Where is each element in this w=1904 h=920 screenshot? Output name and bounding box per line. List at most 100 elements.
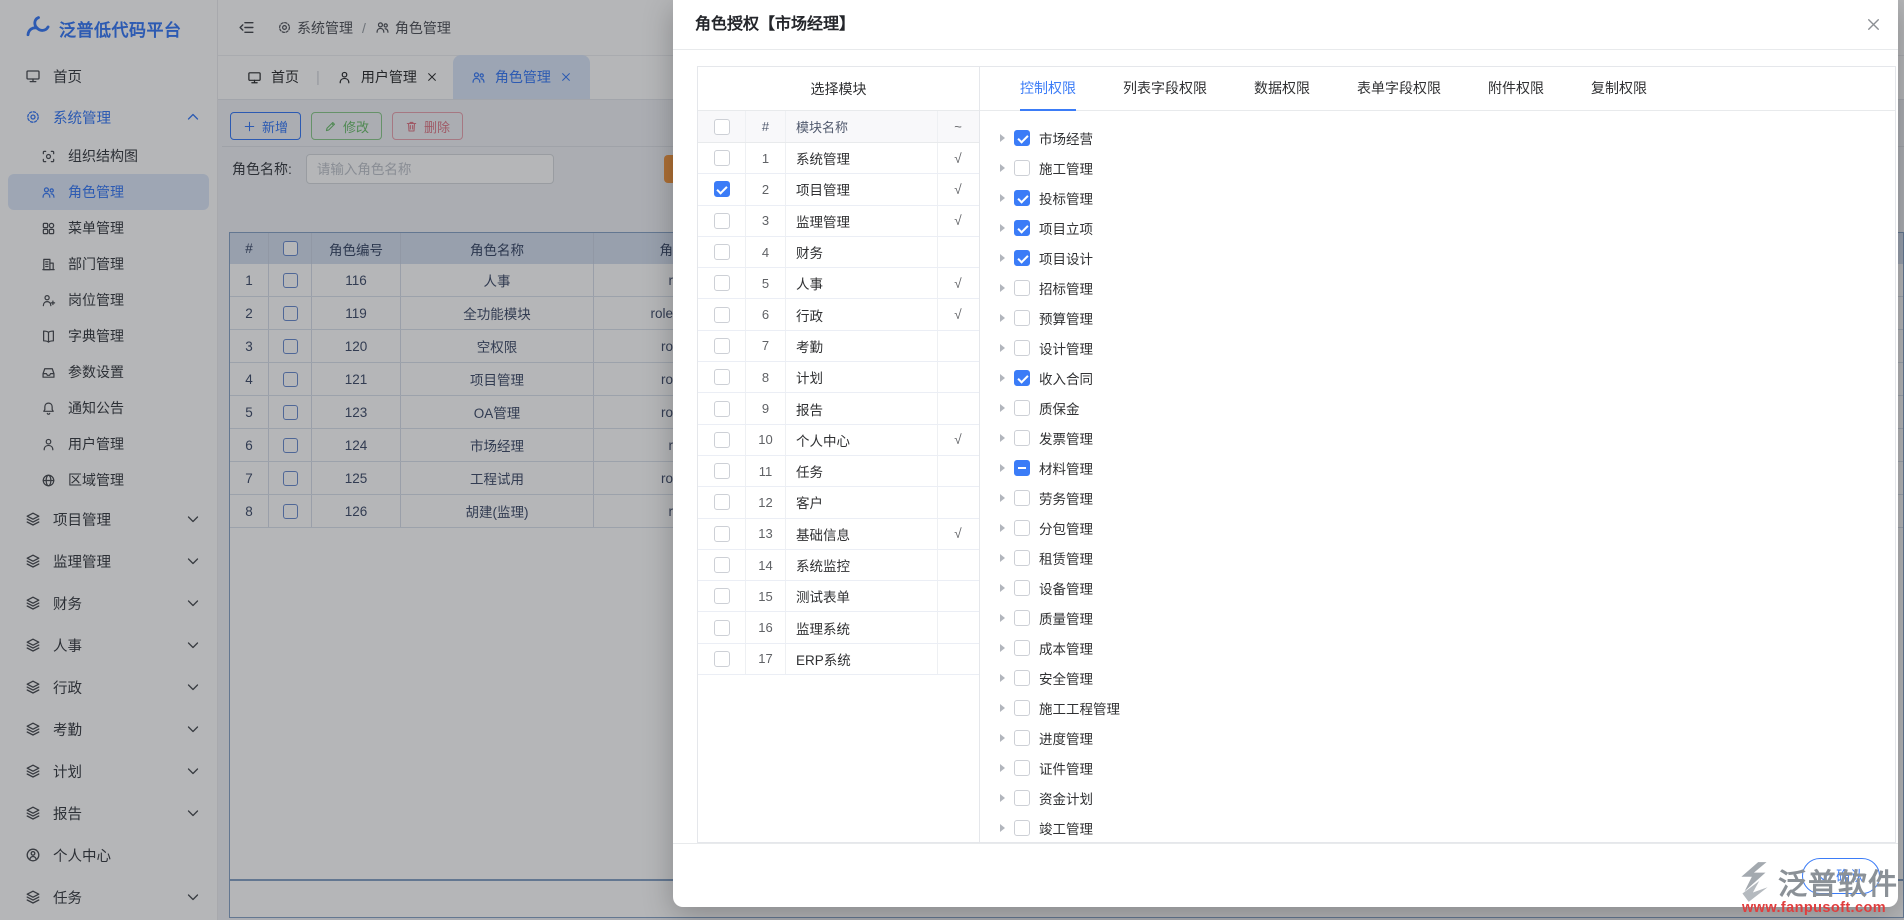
- tree-checkbox[interactable]: [1014, 250, 1030, 266]
- module-checkbox[interactable]: [714, 620, 730, 636]
- tree-checkbox[interactable]: [1014, 580, 1030, 596]
- tree-item[interactable]: 设备管理: [1000, 573, 1895, 603]
- expand-arrow-icon[interactable]: [1000, 344, 1005, 352]
- tree-checkbox[interactable]: [1014, 160, 1030, 176]
- tree-item[interactable]: 项目设计: [1000, 243, 1895, 273]
- expand-arrow-icon[interactable]: [1000, 524, 1005, 532]
- module-row[interactable]: 3 监理管理 √: [698, 206, 979, 237]
- module-row[interactable]: 2 项目管理 √: [698, 174, 979, 205]
- perm-tab[interactable]: 附件权限: [1488, 67, 1544, 111]
- perm-tab[interactable]: 列表字段权限: [1123, 67, 1207, 111]
- tree-item[interactable]: 材料管理: [1000, 453, 1895, 483]
- tree-item[interactable]: 成本管理: [1000, 633, 1895, 663]
- tree-item[interactable]: 质量管理: [1000, 603, 1895, 633]
- tree-checkbox[interactable]: [1014, 400, 1030, 416]
- tree-checkbox[interactable]: [1014, 340, 1030, 356]
- module-row[interactable]: 5 人事 √: [698, 268, 979, 299]
- expand-arrow-icon[interactable]: [1000, 164, 1005, 172]
- module-row[interactable]: 7 考勤: [698, 331, 979, 362]
- module-checkbox[interactable]: [714, 463, 730, 479]
- module-row[interactable]: 15 测试表单: [698, 581, 979, 612]
- tree-item[interactable]: 劳务管理: [1000, 483, 1895, 513]
- module-row[interactable]: 17 ERP系统: [698, 644, 979, 675]
- module-checkbox[interactable]: [714, 557, 730, 573]
- module-checkbox[interactable]: [714, 213, 730, 229]
- module-select-all-checkbox[interactable]: [714, 119, 730, 135]
- expand-arrow-icon[interactable]: [1000, 314, 1005, 322]
- tree-checkbox[interactable]: [1014, 280, 1030, 296]
- tree-item[interactable]: 施工管理: [1000, 153, 1895, 183]
- expand-arrow-icon[interactable]: [1000, 194, 1005, 202]
- expand-arrow-icon[interactable]: [1000, 254, 1005, 262]
- perm-tab[interactable]: 数据权限: [1254, 67, 1310, 111]
- module-checkbox[interactable]: [714, 338, 730, 354]
- module-checkbox[interactable]: [714, 526, 730, 542]
- tree-item[interactable]: 资金计划: [1000, 783, 1895, 813]
- expand-arrow-icon[interactable]: [1000, 554, 1005, 562]
- module-row[interactable]: 9 报告: [698, 393, 979, 424]
- tree-item[interactable]: 项目立项: [1000, 213, 1895, 243]
- tree-item[interactable]: 安全管理: [1000, 663, 1895, 693]
- expand-arrow-icon[interactable]: [1000, 224, 1005, 232]
- module-row[interactable]: 6 行政 √: [698, 299, 979, 330]
- tree-item[interactable]: 预算管理: [1000, 303, 1895, 333]
- module-checkbox[interactable]: [714, 181, 730, 197]
- expand-arrow-icon[interactable]: [1000, 374, 1005, 382]
- module-row[interactable]: 13 基础信息 √: [698, 519, 979, 550]
- tree-item[interactable]: 竣工管理: [1000, 813, 1895, 842]
- tree-item[interactable]: 租赁管理: [1000, 543, 1895, 573]
- tree-checkbox[interactable]: [1014, 700, 1030, 716]
- tree-checkbox[interactable]: [1014, 640, 1030, 656]
- tree-item[interactable]: 市场经营: [1000, 123, 1895, 153]
- module-checkbox[interactable]: [714, 588, 730, 604]
- tree-checkbox[interactable]: [1014, 370, 1030, 386]
- expand-arrow-icon[interactable]: [1000, 404, 1005, 412]
- tree-item[interactable]: 投标管理: [1000, 183, 1895, 213]
- tree-checkbox[interactable]: [1014, 760, 1030, 776]
- tree-item[interactable]: 设计管理: [1000, 333, 1895, 363]
- tree-checkbox[interactable]: [1014, 820, 1030, 836]
- tree-checkbox[interactable]: [1014, 430, 1030, 446]
- perm-tab[interactable]: 表单字段权限: [1357, 67, 1441, 111]
- tree-checkbox[interactable]: [1014, 610, 1030, 626]
- tree-item[interactable]: 招标管理: [1000, 273, 1895, 303]
- tree-checkbox[interactable]: [1014, 550, 1030, 566]
- expand-arrow-icon[interactable]: [1000, 134, 1005, 142]
- perm-tab[interactable]: 复制权限: [1591, 67, 1647, 111]
- tree-checkbox[interactable]: [1014, 520, 1030, 536]
- module-checkbox[interactable]: [714, 494, 730, 510]
- expand-arrow-icon[interactable]: [1000, 824, 1005, 832]
- perm-tab[interactable]: 控制权限: [1020, 67, 1076, 111]
- tree-item[interactable]: 进度管理: [1000, 723, 1895, 753]
- module-row[interactable]: 12 客户: [698, 487, 979, 518]
- module-checkbox[interactable]: [714, 150, 730, 166]
- tree-checkbox[interactable]: [1014, 130, 1030, 146]
- tree-checkbox[interactable]: [1014, 730, 1030, 746]
- tree-item[interactable]: 证件管理: [1000, 753, 1895, 783]
- tree-checkbox[interactable]: [1014, 460, 1030, 476]
- expand-arrow-icon[interactable]: [1000, 674, 1005, 682]
- tree-item[interactable]: 发票管理: [1000, 423, 1895, 453]
- module-checkbox[interactable]: [714, 651, 730, 667]
- expand-arrow-icon[interactable]: [1000, 464, 1005, 472]
- module-checkbox[interactable]: [714, 369, 730, 385]
- module-checkbox[interactable]: [714, 432, 730, 448]
- tree-checkbox[interactable]: [1014, 310, 1030, 326]
- expand-arrow-icon[interactable]: [1000, 644, 1005, 652]
- expand-arrow-icon[interactable]: [1000, 734, 1005, 742]
- tree-checkbox[interactable]: [1014, 490, 1030, 506]
- module-row[interactable]: 1 系统管理 √: [698, 143, 979, 174]
- expand-arrow-icon[interactable]: [1000, 704, 1005, 712]
- tree-item[interactable]: 收入合同: [1000, 363, 1895, 393]
- module-checkbox[interactable]: [714, 275, 730, 291]
- module-row[interactable]: 10 个人中心 √: [698, 425, 979, 456]
- tree-checkbox[interactable]: [1014, 790, 1030, 806]
- expand-arrow-icon[interactable]: [1000, 494, 1005, 502]
- module-row[interactable]: 16 监理系统: [698, 612, 979, 643]
- expand-arrow-icon[interactable]: [1000, 764, 1005, 772]
- expand-arrow-icon[interactable]: [1000, 614, 1005, 622]
- confirm-button[interactable]: 确认: [1802, 858, 1880, 894]
- tree-item[interactable]: 施工工程管理: [1000, 693, 1895, 723]
- module-checkbox[interactable]: [714, 244, 730, 260]
- module-row[interactable]: 4 财务: [698, 237, 979, 268]
